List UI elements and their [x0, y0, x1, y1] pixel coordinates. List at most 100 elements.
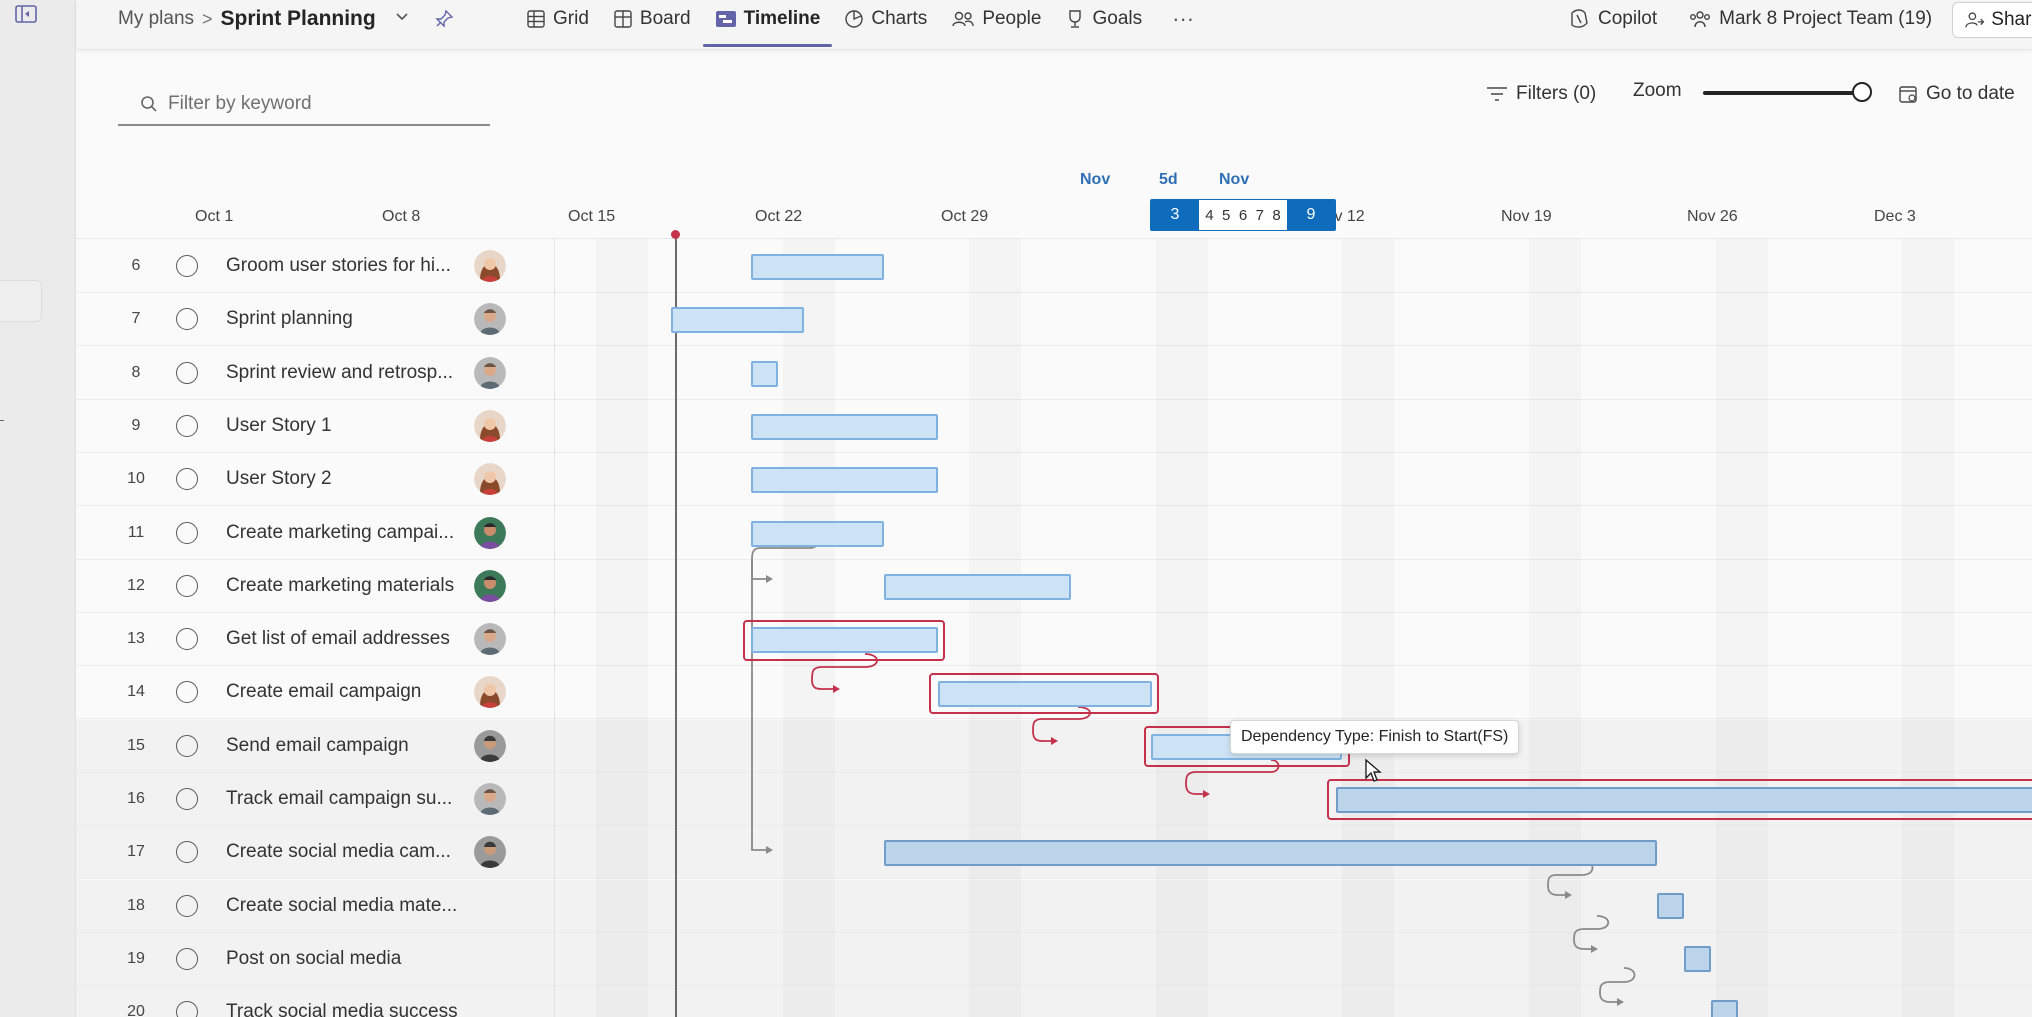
gantt-bar-task-7[interactable]: [671, 307, 804, 333]
search-input[interactable]: Filter by keyword: [118, 84, 490, 126]
task-number: 9: [131, 416, 141, 434]
task-complete-checkbox[interactable]: [176, 521, 198, 544]
gantt-bar-task-12[interactable]: [884, 574, 1071, 600]
task-row[interactable]: 13 Get list of email addresses: [76, 613, 2032, 667]
chevron-down-icon[interactable]: [394, 10, 410, 28]
tab-board[interactable]: Board: [601, 0, 703, 38]
task-complete-checkbox[interactable]: [176, 947, 198, 970]
expand-sidebar-button[interactable]: [12, 2, 40, 26]
task-name[interactable]: Create marketing materials: [226, 575, 454, 597]
task-row[interactable]: 18 Create social media mate...: [76, 879, 2032, 933]
task-row[interactable]: 11 Create marketing campai...: [76, 507, 2032, 560]
task-complete-checkbox[interactable]: [176, 361, 198, 384]
gantt-bar-task-10[interactable]: [751, 467, 938, 493]
task-complete-checkbox[interactable]: [176, 734, 198, 757]
task-complete-checkbox[interactable]: [176, 308, 198, 331]
assignee-avatar[interactable]: [474, 676, 506, 709]
gantt-bar-task-20[interactable]: [1711, 1000, 1738, 1017]
task-row[interactable]: 10 User Story 2: [76, 453, 2032, 507]
task-name[interactable]: Create email campaign: [226, 681, 421, 703]
tab-timeline[interactable]: Timeline: [702, 0, 833, 47]
filters-button[interactable]: Filters (0): [1486, 76, 1596, 112]
task-number: 12: [127, 576, 145, 594]
task-name[interactable]: Groom user stories for hi...: [226, 255, 451, 277]
task-name[interactable]: Create marketing campai...: [226, 522, 454, 544]
task-name[interactable]: Sprint planning: [226, 308, 353, 330]
task-row[interactable]: 9 User Story 1: [76, 400, 2032, 453]
task-name[interactable]: Post on social media: [226, 948, 401, 970]
copilot-button[interactable]: Copilot: [1556, 8, 1669, 30]
zoom-slider-thumb[interactable]: [1852, 82, 1872, 102]
tab-grid[interactable]: Grid: [514, 0, 601, 38]
selection-duration: 5d: [1159, 171, 1178, 188]
assignee-avatar[interactable]: [474, 623, 506, 656]
tab-goals[interactable]: Goals: [1053, 0, 1154, 38]
go-to-date-button[interactable]: Go to date: [1898, 76, 2015, 112]
assignee-avatar[interactable]: [474, 783, 506, 815]
gantt-bar-task-8[interactable]: [751, 361, 778, 387]
view-tabs: Grid Board Timeline Charts People Goals: [514, 0, 1212, 50]
assignee-avatar[interactable]: [474, 356, 506, 389]
tab-people[interactable]: People: [939, 0, 1053, 38]
task-row[interactable]: 15 Send email campaign: [76, 719, 2032, 773]
gantt-bar-task-19[interactable]: [1684, 946, 1711, 972]
zoom-slider-track[interactable]: [1703, 91, 1861, 95]
task-name[interactable]: Send email campaign: [226, 735, 409, 757]
panel-icon: [15, 5, 37, 23]
gantt-bar-task-11[interactable]: [751, 521, 884, 547]
share-button[interactable]: Share: [1952, 2, 2032, 38]
dependency-tooltip: Dependency Type: Finish to Start(FS): [1230, 720, 1520, 754]
assignee-avatar[interactable]: [474, 303, 506, 336]
task-number: 18: [127, 896, 145, 914]
task-complete-checkbox[interactable]: [176, 788, 198, 810]
task-name[interactable]: User Story 2: [226, 468, 332, 490]
more-tabs-button[interactable]: ···: [1154, 0, 1212, 38]
range-day: 4: [1205, 206, 1214, 224]
task-complete-checkbox[interactable]: [176, 574, 198, 597]
task-complete-checkbox[interactable]: [176, 414, 198, 437]
pin-icon[interactable]: [434, 9, 454, 29]
task-row[interactable]: 7 Sprint planning: [76, 293, 2032, 347]
gantt-bar-task-9[interactable]: [751, 414, 938, 440]
rail-item[interactable]: [0, 280, 42, 322]
task-row[interactable]: 8 Sprint review and retrosp...: [76, 347, 2032, 400]
task-complete-checkbox[interactable]: [176, 628, 198, 651]
task-complete-checkbox[interactable]: [176, 841, 198, 864]
gantt-bar-task-13[interactable]: [751, 627, 938, 653]
page-title[interactable]: Sprint Planning: [221, 7, 376, 31]
task-name[interactable]: Sprint review and retrosp...: [226, 362, 453, 384]
task-row[interactable]: 6 Groom user stories for hi...: [76, 240, 2032, 293]
task-number: 6: [131, 257, 141, 274]
task-name[interactable]: Track social media success: [226, 1001, 458, 1017]
task-name[interactable]: Create social media cam...: [226, 841, 451, 863]
task-complete-checkbox[interactable]: [176, 468, 198, 491]
task-name[interactable]: Get list of email addresses: [226, 628, 450, 650]
task-complete-checkbox[interactable]: [176, 255, 198, 277]
task-name[interactable]: User Story 1: [226, 415, 332, 437]
assignee-avatar[interactable]: [474, 250, 506, 282]
task-row[interactable]: 20 Track social media success: [76, 986, 2032, 1017]
gantt-bar-task-14[interactable]: [938, 681, 1152, 707]
gantt-bar-task-16[interactable]: [1336, 787, 2032, 813]
task-name[interactable]: Create social media mate...: [226, 895, 457, 917]
assignee-avatar[interactable]: [474, 409, 506, 442]
task-complete-checkbox[interactable]: [176, 1001, 198, 1017]
assignee-avatar[interactable]: [474, 569, 506, 602]
grid-splitter[interactable]: [554, 238, 555, 1017]
task-row[interactable]: 19 Post on social media: [76, 932, 2032, 986]
team-button[interactable]: Mark 8 Project Team (19): [1677, 8, 1944, 30]
range-end-day: 9: [1287, 200, 1335, 230]
task-complete-checkbox[interactable]: [176, 894, 198, 917]
selected-date-range[interactable]: 3 4 5 6 7 8 9: [1150, 199, 1336, 231]
gantt-bar-task-18[interactable]: [1657, 893, 1684, 919]
assignee-avatar[interactable]: [474, 836, 506, 869]
task-complete-checkbox[interactable]: [176, 681, 198, 704]
assignee-avatar[interactable]: [474, 729, 506, 762]
gantt-bar-task-17[interactable]: [884, 840, 1657, 866]
assignee-avatar[interactable]: [474, 463, 506, 496]
task-name[interactable]: Track email campaign su...: [226, 788, 452, 810]
assignee-avatar[interactable]: [474, 516, 506, 549]
breadcrumb-my-plans[interactable]: My plans: [118, 8, 194, 30]
tab-charts[interactable]: Charts: [832, 0, 939, 38]
gantt-bar-task-6[interactable]: [751, 254, 884, 280]
